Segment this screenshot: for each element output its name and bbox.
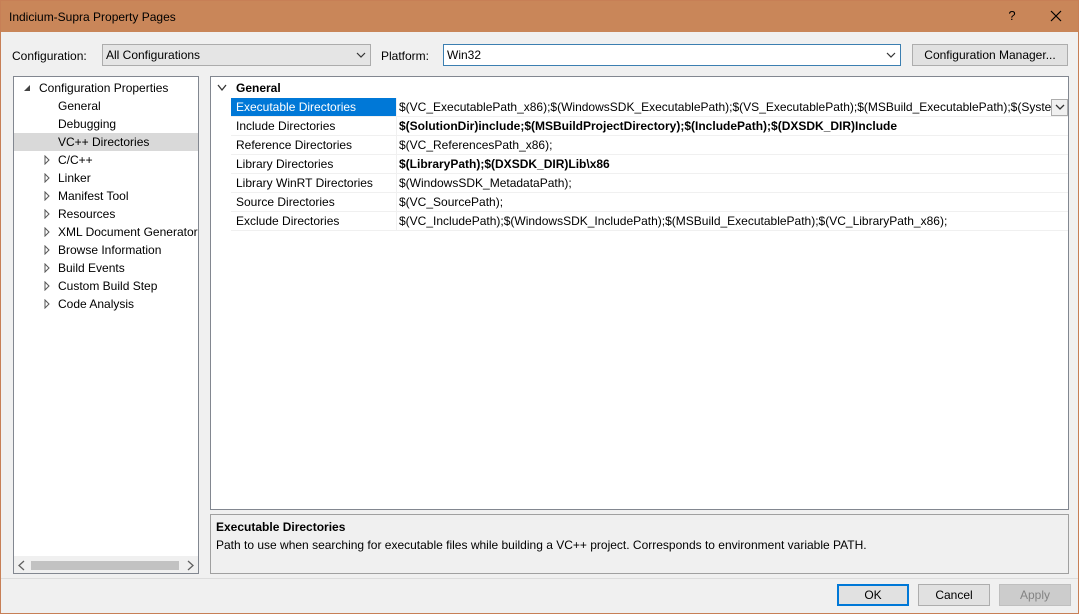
property-dropdown-button[interactable] — [1051, 99, 1068, 116]
property-name[interactable]: Executable Directories — [231, 98, 397, 116]
property-value[interactable]: $(VC_SourcePath); — [399, 193, 1057, 211]
property-name[interactable]: Source Directories — [231, 193, 397, 211]
configuration-dropdown[interactable]: All Configurations — [102, 44, 371, 66]
chevron-down-icon — [886, 52, 896, 58]
tree-item-c-cpp[interactable]: C/C++ — [14, 151, 198, 169]
tree-item-label: Configuration Properties — [39, 81, 169, 95]
property-name[interactable]: Library WinRT Directories — [231, 174, 397, 192]
tree-item-manifest-tool[interactable]: Manifest Tool — [14, 187, 198, 205]
property-row-exclude-directories[interactable]: Exclude Directories $(VC_IncludePath);$(… — [231, 212, 1068, 231]
collapsed-triangle-icon — [44, 191, 50, 201]
collapsed-triangle-icon — [44, 263, 50, 273]
category-row-general[interactable]: General — [211, 79, 1068, 97]
ok-button[interactable]: OK — [837, 584, 909, 606]
tree-item-label: VC++ Directories — [58, 135, 150, 149]
tree-item-vc-directories[interactable]: VC++ Directories — [14, 133, 198, 151]
tree-item-label: Browse Information — [58, 243, 162, 257]
expanded-triangle-icon — [24, 85, 30, 91]
property-name[interactable]: Include Directories — [231, 117, 397, 135]
tree-item-label: Debugging — [58, 117, 117, 131]
property-name[interactable]: Library Directories — [231, 155, 397, 173]
tree-item-linker[interactable]: Linker — [14, 169, 198, 187]
help-button[interactable]: ? — [997, 3, 1027, 29]
tree-item-code-analysis[interactable]: Code Analysis — [14, 295, 198, 313]
collapsed-triangle-icon — [44, 227, 50, 237]
tree-item-browse-information[interactable]: Browse Information — [14, 241, 198, 259]
tree-item-label: C/C++ — [58, 153, 93, 167]
tree-item-configuration-properties[interactable]: Configuration Properties — [14, 79, 198, 97]
property-tree[interactable]: Configuration Properties General Debuggi… — [13, 76, 199, 574]
close-button[interactable] — [1039, 3, 1073, 29]
description-panel: Executable Directories Path to use when … — [210, 514, 1069, 574]
platform-dropdown[interactable]: Win32 — [443, 44, 901, 66]
tree-item-resources[interactable]: Resources — [14, 205, 198, 223]
tree-item-debugging[interactable]: Debugging — [14, 115, 198, 133]
platform-label: Platform: — [381, 49, 430, 63]
tree-item-general[interactable]: General — [14, 97, 198, 115]
property-grid[interactable]: General Executable Directories $(VC_Exec… — [210, 76, 1069, 510]
close-icon — [1050, 10, 1062, 22]
configuration-value: All Configurations — [106, 48, 201, 62]
property-value[interactable]: $(VC_ReferencesPath_x86); — [399, 136, 1057, 154]
chevron-down-icon — [1055, 104, 1065, 110]
collapsed-triangle-icon — [44, 299, 50, 309]
property-value[interactable]: $(WindowsSDK_MetadataPath); — [399, 174, 1057, 192]
property-row-executable-directories[interactable]: Executable Directories $(VC_ExecutablePa… — [231, 98, 1068, 117]
horizontal-scrollbar[interactable] — [14, 556, 198, 573]
property-row-source-directories[interactable]: Source Directories $(VC_SourcePath); — [231, 193, 1068, 212]
apply-button[interactable]: Apply — [999, 584, 1071, 606]
tree-item-label: Custom Build Step — [58, 279, 158, 293]
category-label: General — [236, 81, 281, 95]
tree-item-label: Linker — [58, 171, 91, 185]
configuration-label: Configuration: — [12, 49, 87, 63]
tree-item-label: Manifest Tool — [58, 189, 129, 203]
tree-item-label: Build Events — [58, 261, 125, 275]
property-row-library-winrt-directories[interactable]: Library WinRT Directories $(WindowsSDK_M… — [231, 174, 1068, 193]
chevron-down-icon — [217, 84, 227, 92]
window-title: Indicium-Supra Property Pages — [9, 10, 176, 24]
tree-item-custom-build-step[interactable]: Custom Build Step — [14, 277, 198, 295]
property-name[interactable]: Reference Directories — [231, 136, 397, 154]
scroll-right-icon[interactable] — [185, 560, 195, 571]
tree-item-label: Resources — [58, 207, 116, 221]
title-bar: Indicium-Supra Property Pages ? — [1, 1, 1078, 32]
property-name[interactable]: Exclude Directories — [231, 212, 397, 230]
property-value[interactable]: $(VC_IncludePath);$(WindowsSDK_IncludePa… — [399, 212, 1057, 230]
collapsed-triangle-icon — [44, 245, 50, 255]
divider — [1, 578, 1078, 579]
tree-item-xml-document-generator[interactable]: XML Document Generator — [14, 223, 198, 241]
property-row-reference-directories[interactable]: Reference Directories $(VC_ReferencesPat… — [231, 136, 1068, 155]
tree-item-label: Code Analysis — [58, 297, 135, 311]
tree-item-build-events[interactable]: Build Events — [14, 259, 198, 277]
property-pages-dialog: Indicium-Supra Property Pages ? Configur… — [0, 0, 1079, 614]
tree-item-label: XML Document Generator — [58, 225, 198, 239]
scroll-left-icon[interactable] — [17, 560, 27, 571]
configuration-manager-button[interactable]: Configuration Manager... — [912, 44, 1068, 66]
property-value[interactable]: $(SolutionDir)include;$(MSBuildProjectDi… — [399, 117, 1057, 135]
property-row-include-directories[interactable]: Include Directories $(SolutionDir)includ… — [231, 117, 1068, 136]
collapsed-triangle-icon — [44, 173, 50, 183]
collapsed-triangle-icon — [44, 155, 50, 165]
property-value[interactable]: $(VC_ExecutablePath_x86);$(WindowsSDK_Ex… — [399, 98, 1057, 116]
property-row-library-directories[interactable]: Library Directories $(LibraryPath);$(DXS… — [231, 155, 1068, 174]
tree-item-label: General — [58, 99, 101, 113]
platform-value: Win32 — [447, 48, 482, 62]
description-title: Executable Directories — [216, 520, 346, 534]
cancel-button[interactable]: Cancel — [918, 584, 990, 606]
description-text: Path to use when searching for executabl… — [216, 538, 867, 552]
scrollbar-thumb[interactable] — [31, 561, 179, 570]
collapsed-triangle-icon — [44, 209, 50, 219]
collapsed-triangle-icon — [44, 281, 50, 291]
chevron-down-icon — [356, 52, 366, 58]
property-value[interactable]: $(LibraryPath);$(DXSDK_DIR)Lib\x86 — [399, 155, 1057, 173]
